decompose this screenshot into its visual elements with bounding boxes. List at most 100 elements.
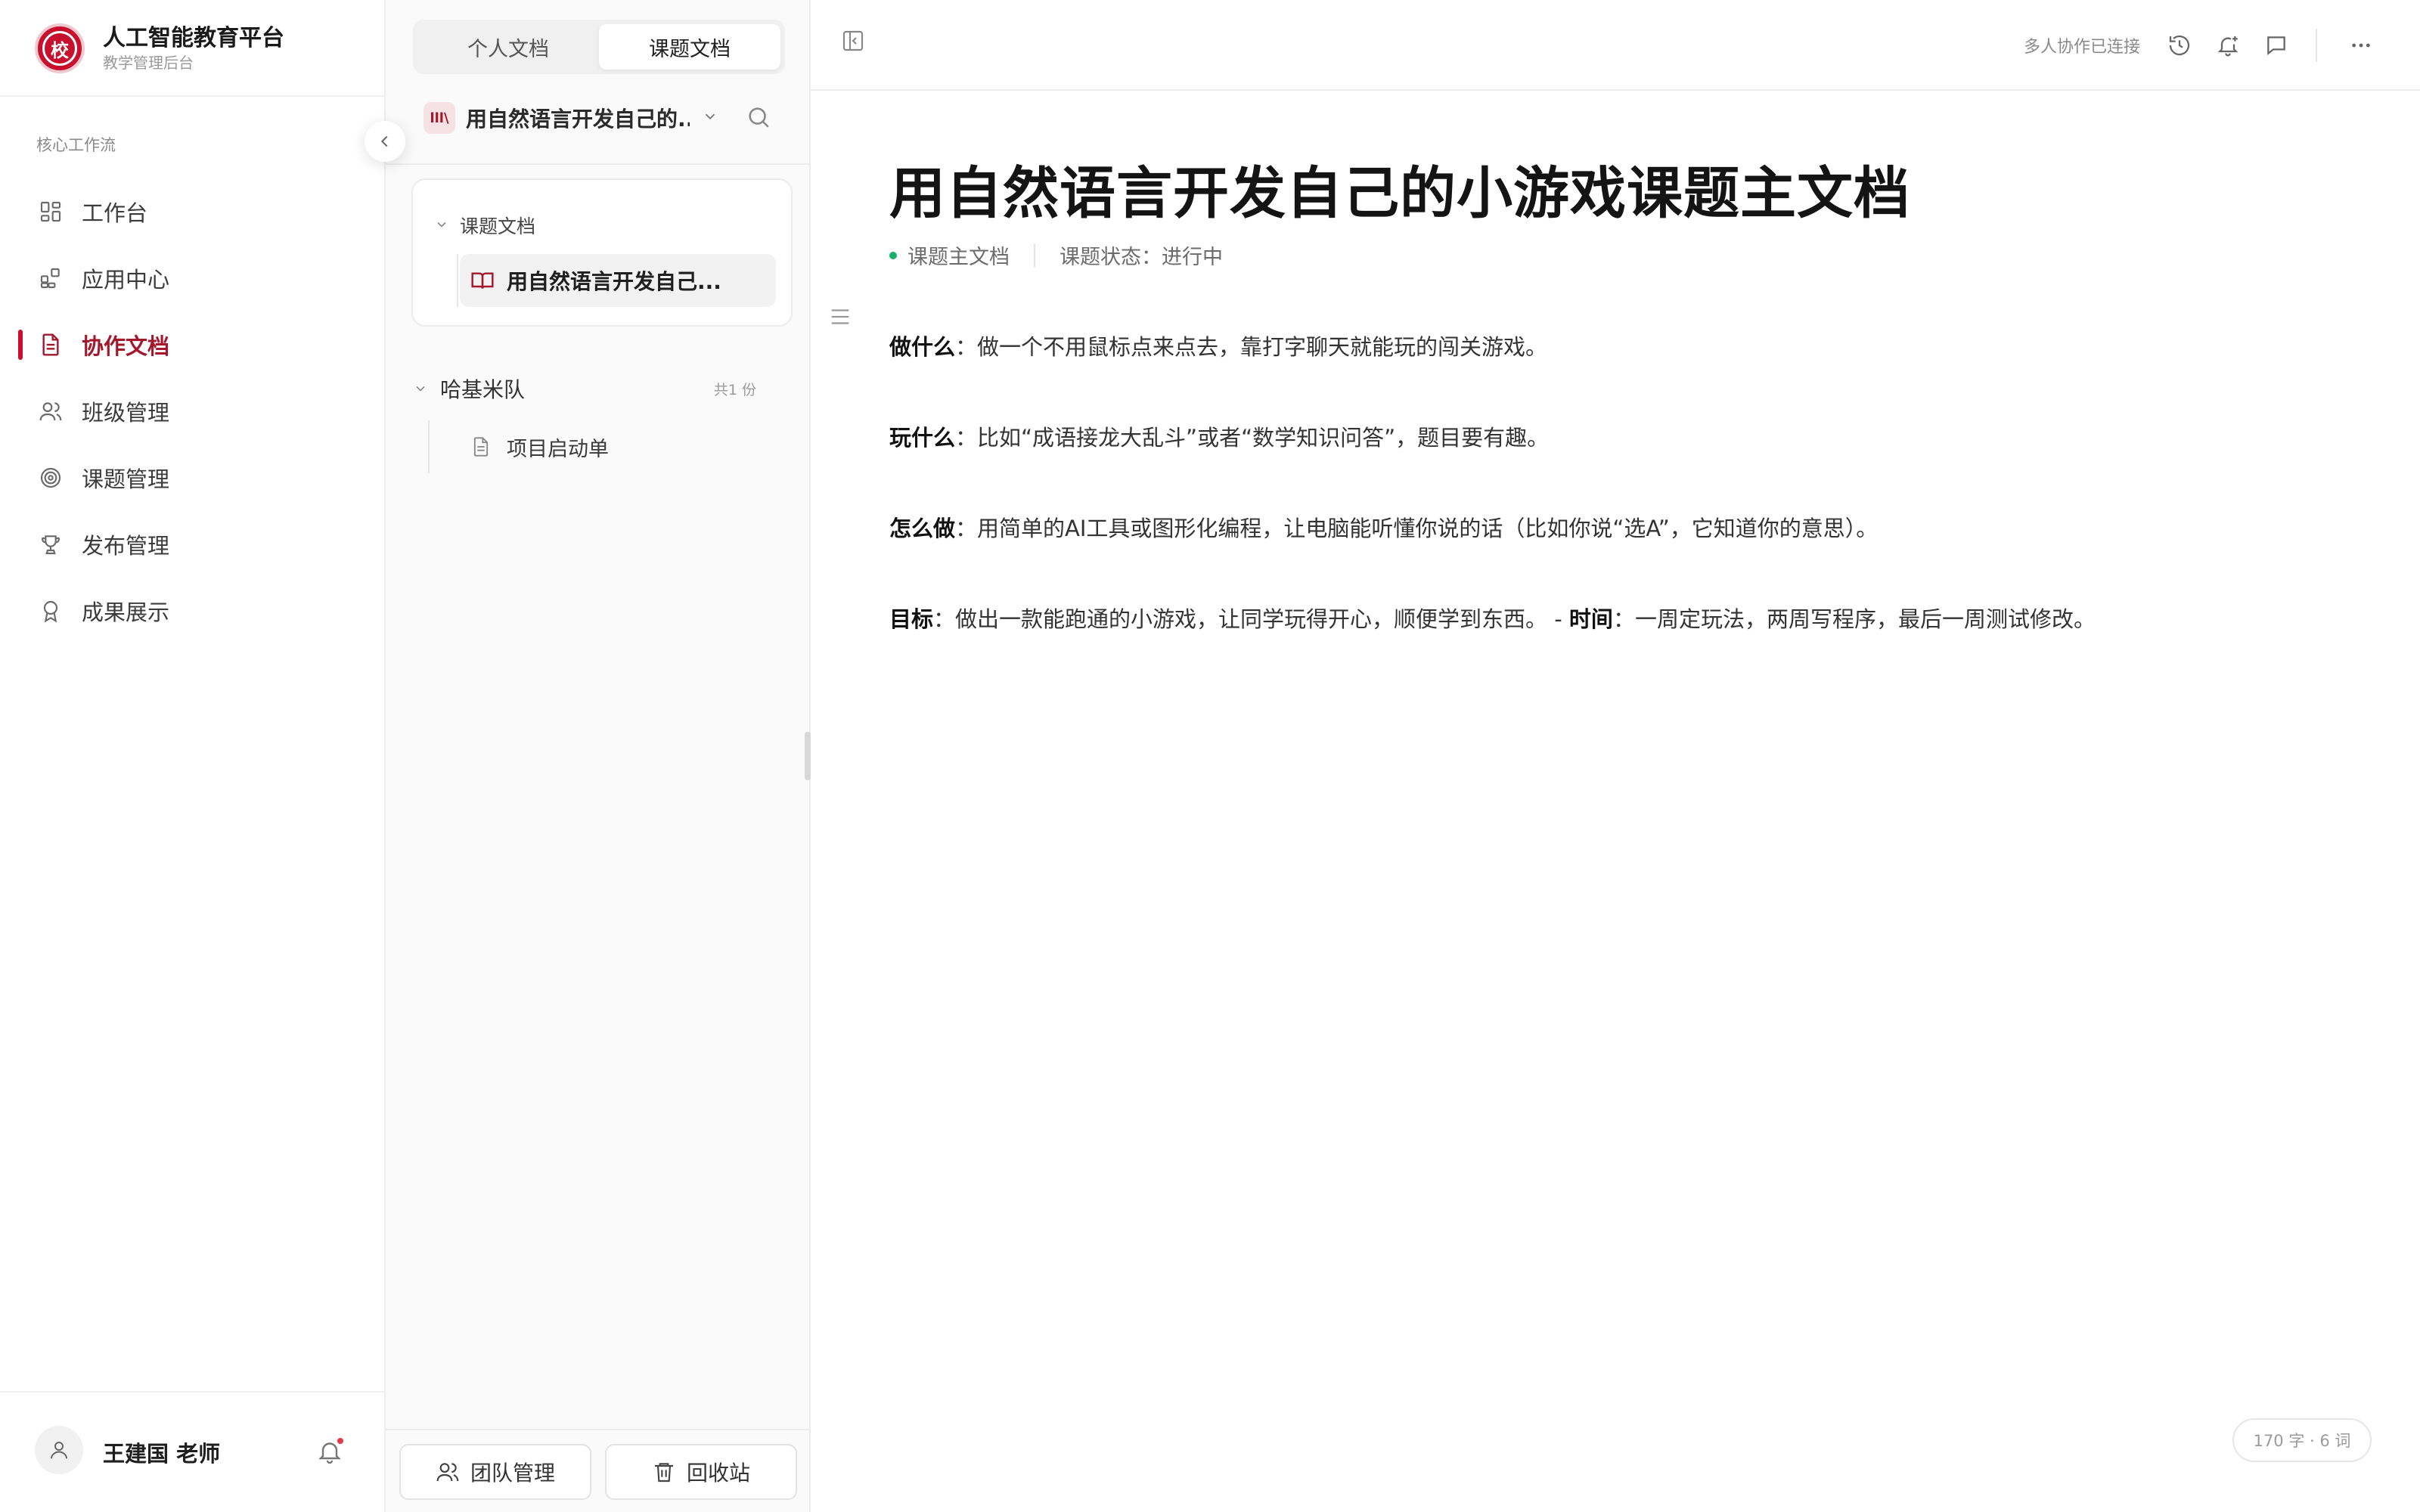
tree-section-label: 课题文档 [460,215,536,237]
tree-item-active-doc[interactable]: 用自然语言开发自己... [460,254,776,307]
team-group-header[interactable]: 哈基米队 共1 份 [413,370,783,407]
sidebar-item-achievements[interactable]: 成果展示 [0,578,384,644]
chevron-down-icon [702,108,718,128]
notification-button[interactable] [313,1435,346,1468]
team-doc-count: 共1 份 [713,381,756,398]
tree-section-header[interactable]: 课题文档 [434,212,535,239]
bell-plus-icon [2217,36,2238,57]
paragraph-text: ：做出一款能跑通的小游戏，让同学玩得开心，顺便学到东西。 - [933,606,1569,632]
logo-glyph: 校 [42,31,77,66]
document-meta: 课题主文档 课题状态：进行中 [889,240,1223,270]
subscribe-button[interactable] [2213,30,2243,60]
sidebar-item-label: 课题管理 [82,466,170,492]
users-icon [436,1460,460,1484]
tree-guide [428,420,430,473]
team-management-label: 团队管理 [470,1461,555,1486]
target-icon [38,465,64,491]
recycle-bin-button[interactable]: 回收站 [605,1444,797,1500]
tab-topic-docs[interactable]: 课题文档 [599,24,780,70]
brand-title: 人工智能教育平台 [103,25,284,51]
library-icon: lll\ [424,102,455,134]
document-title[interactable]: 用自然语言开发自己的小游戏课题主文档 [889,148,1910,229]
more-options-button[interactable] [2346,30,2376,60]
trophy-icon [38,531,64,557]
document-icon [38,332,64,358]
history-icon [2169,35,2190,56]
comments-button[interactable] [2261,30,2291,60]
panel-resize-handle[interactable] [805,732,811,780]
tab-personal-docs[interactable]: 个人文档 [417,24,599,70]
sidebar-item-label: 发布管理 [82,533,170,559]
chevron-left-icon [380,135,388,147]
users-icon [38,398,64,424]
tree-item-file[interactable]: 项目启动单 [470,428,609,466]
divider [0,95,384,97]
project-name: 用自然语言开发自己的... [466,107,690,132]
school-logo: 校 [35,23,85,73]
recycle-bin-label: 回收站 [686,1461,750,1486]
paragraph-label: 目标 [889,606,934,632]
paragraph-label: 做什么 [889,334,956,360]
trash-icon [652,1460,676,1484]
book-open-icon [471,272,494,289]
brand-subtitle: 教学管理后台 [103,54,194,72]
nav-section-label: 核心工作流 [36,136,116,154]
team-management-button[interactable]: 团队管理 [399,1444,591,1500]
sidebar-item-label: 协作文档 [82,333,170,359]
editor-main: 多人协作已连接 用自然语言开发自己的小游戏课题主文档 课题主文档 课题状态：进行… [811,0,2420,1512]
user-bar: 王建国 老师 [0,1391,384,1512]
document-type: 课题主文档 [908,246,1010,269]
apps-icon [38,265,64,291]
topic-status: 课题状态：进行中 [1060,246,1223,269]
toggle-doc-panel-button[interactable] [841,29,865,56]
notification-badge [336,1436,345,1445]
sidebar-item-publish-management[interactable]: 发布管理 [0,511,384,578]
more-horizontal-icon [2352,43,2370,48]
paragraph-goal[interactable]: 目标：做出一款能跑通的小游戏，让同学玩得开心，顺便学到东西。 - 时间：一周定玩… [889,602,2096,634]
topic-docs-tree: 课题文档 用自然语言开发自己... [411,178,793,327]
paragraph-text: ：一周定玩法，两周写程序，最后一周测试修改。 [1612,606,2096,632]
search-button[interactable] [746,104,771,133]
brand[interactable]: 校 人工智能教育平台 教学管理后台 [35,21,284,76]
divider [386,163,809,165]
sidebar-item-label: 工作台 [82,200,148,226]
sidebar-item-workbench[interactable]: 工作台 [0,178,384,245]
paragraph-text: ：比如“成语接龙大乱斗”或者“数学知识问答”，题目要有趣。 [955,425,1550,451]
user-icon [51,1442,67,1459]
collab-status: 多人协作已连接 [2024,38,2141,57]
sidebar-item-label: 成果展示 [82,600,170,625]
history-button[interactable] [2164,30,2195,60]
dashboard-icon [38,199,64,225]
sidebar: 校 人工智能教育平台 教学管理后台 核心工作流 工作台 应用中心 协作文档 班级… [0,0,386,1512]
sidebar-nav: 工作台 应用中心 协作文档 班级管理 课题管理 发布管理 成果展示 [0,178,384,644]
menu-icon [831,309,849,324]
award-icon [38,598,64,624]
project-selector[interactable]: lll\ 用自然语言开发自己的... [424,100,771,136]
paragraph-text: ：用简单的AI工具或图形化编程，让电脑能听懂你说的话（比如你说“选A”，它知道你… [955,516,1879,541]
sidebar-item-collab-docs[interactable]: 协作文档 [0,311,384,378]
sidebar-item-app-center[interactable]: 应用中心 [0,245,384,311]
sidebar-item-label: 应用中心 [82,267,170,293]
chevron-down-icon [416,386,425,392]
paragraph-play[interactable]: 玩什么：比如“成语接龙大乱斗”或者“数学知识问答”，题目要有趣。 [889,420,1549,452]
sidebar-toggle-icon [842,30,864,51]
paragraph-text: ：做一个不用鼠标点来点去，靠打字聊天就能玩的闯关游戏。 [955,334,1548,360]
paragraph-what[interactable]: 做什么：做一个不用鼠标点来点去，靠打字聊天就能玩的闯关游戏。 [889,330,1547,361]
tree-item-label: 用自然语言开发自己... [507,269,721,294]
document-panel: 个人文档 课题文档 lll\ 用自然语言开发自己的... 课题文档 用自然语言开… [386,0,811,1512]
word-count-badge: 170 字 · 6 词 [2232,1418,2372,1462]
editor-toolbar: 多人协作已连接 [811,0,2420,91]
file-icon [473,437,489,457]
paragraph-how[interactable]: 怎么做：用简单的AI工具或图形化编程，让电脑能听懂你说的话（比如你说“选A”，它… [889,511,1878,543]
collapse-sidebar-button[interactable] [365,121,405,162]
outline-toggle-button[interactable] [827,304,853,333]
divider [2316,29,2317,62]
avatar[interactable] [35,1426,83,1474]
paragraph-label: 玩什么 [889,425,956,451]
file-label: 项目启动单 [507,437,609,461]
sidebar-item-topic-management[interactable]: 课题管理 [0,445,384,511]
sidebar-item-class-management[interactable]: 班级管理 [0,378,384,445]
chevron-down-icon [434,215,449,237]
sidebar-item-label: 班级管理 [82,400,170,426]
paragraph-label: 怎么做 [889,516,956,541]
